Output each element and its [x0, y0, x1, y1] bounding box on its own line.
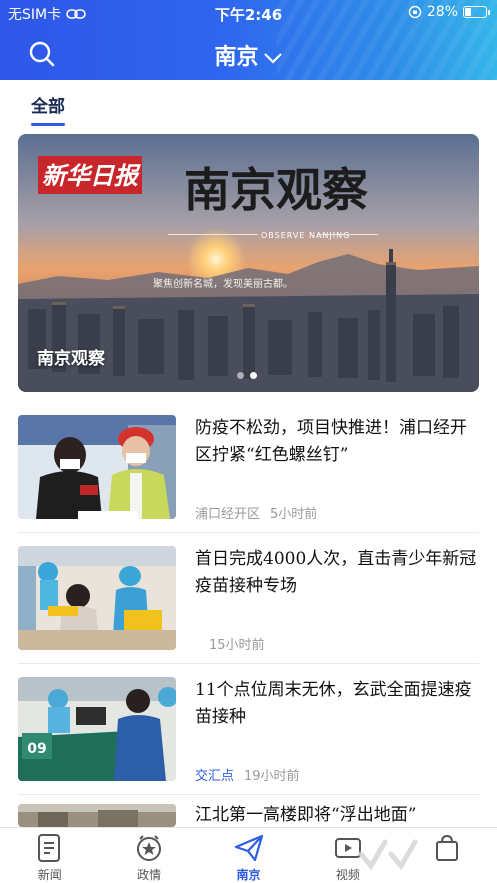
divider — [18, 663, 479, 664]
divider — [18, 532, 479, 533]
emblem-icon — [137, 835, 162, 861]
news-item[interactable]: 09 11个点位周末无休，玄武全面提速疫苗接种 交汇点 19小时前 — [18, 677, 479, 795]
news-meta: 交汇点 19小时前 — [195, 765, 300, 784]
news-thumbnail — [18, 546, 176, 650]
news-item[interactable]: 江北第一高楼即将“浮出地面” — [18, 804, 479, 827]
banner-slogan: 聚焦创新名城，发现美丽古都。 — [153, 277, 293, 290]
chevron-down-icon — [263, 53, 282, 64]
battery-icon — [463, 6, 490, 18]
news-title: 11个点位周末无休，玄武全面提速疫苗接种 — [195, 680, 472, 727]
tab-all[interactable]: 全部 — [31, 92, 65, 126]
app-header: 无SIM卡 下午2:46 28% 南京 — [0, 0, 497, 80]
news-thumbnail — [18, 804, 176, 827]
news-item[interactable]: 防疫不松劲，项目快推进！浦口经开区拧紧“红色螺丝钉” 浦口经开区 5小时前 — [18, 415, 479, 533]
svg-text:09: 09 — [27, 741, 46, 757]
news-title: 首日完成4000人次，直击青少年新冠疫苗接种专场 — [195, 549, 477, 596]
news-meta: 浦口经开区 5小时前 — [195, 503, 317, 522]
divider — [18, 794, 479, 795]
news-time: 15小时前 — [209, 638, 265, 653]
city-name: 南京 — [214, 44, 259, 70]
nav-label: 新闻 — [37, 868, 62, 882]
news-thumbnail: 09 — [18, 677, 176, 781]
city-selector[interactable]: 南京 — [0, 39, 497, 71]
banner-carousel[interactable]: 新华日报 南京观察 OBSERVE NANJING 聚焦创新名城，发现美丽古都。… — [18, 134, 479, 392]
banner-headline: 南京观察 — [184, 163, 368, 217]
carousel-dot-active[interactable] — [250, 372, 257, 379]
news-time: 19小时前 — [244, 769, 300, 784]
news-source-tag[interactable]: 交汇点 — [195, 769, 234, 784]
news-title: 江北第一高楼即将“浮出地面” — [195, 805, 417, 825]
orientation-lock-icon — [408, 5, 422, 19]
news-title: 防疫不松劲，项目快推进！浦口经开区拧紧“红色螺丝钉” — [195, 418, 467, 465]
news-time: 5小时前 — [270, 507, 318, 522]
banner-caption: 南京观察 — [37, 349, 105, 369]
battery-fill — [465, 8, 471, 16]
status-time: 下午2:46 — [214, 6, 283, 24]
news-thumbnail — [18, 415, 176, 519]
banner-headline-en: OBSERVE NANJING — [261, 231, 350, 240]
news-source: 浦口经开区 — [195, 507, 261, 522]
category-tabs: 全部 — [0, 80, 497, 126]
carousel-dots — [237, 372, 257, 379]
news-item[interactable]: 首日完成4000人次，直击青少年新冠疫苗接种专场 15小时前 — [18, 546, 479, 664]
watermark-icon — [358, 839, 418, 871]
nav-label: 南京 — [236, 868, 261, 882]
bag-icon — [436, 834, 459, 861]
nav-nanjing[interactable]: 南京 — [199, 828, 298, 883]
nav-label: 政情 — [137, 868, 162, 882]
news-meta: 15小时前 — [209, 634, 265, 653]
newspaper-icon — [37, 834, 60, 862]
nav-politics[interactable]: 政情 — [99, 828, 198, 883]
banner-logo-text: 新华日报 — [42, 161, 141, 190]
carousel-dot[interactable] — [237, 372, 244, 379]
battery-percent: 28% — [426, 4, 458, 20]
nav-news[interactable]: 新闻 — [0, 828, 99, 883]
status-bar: 无SIM卡 下午2:46 28% — [0, 0, 497, 26]
status-right: 28% — [408, 4, 490, 20]
paper-plane-icon — [234, 834, 263, 862]
